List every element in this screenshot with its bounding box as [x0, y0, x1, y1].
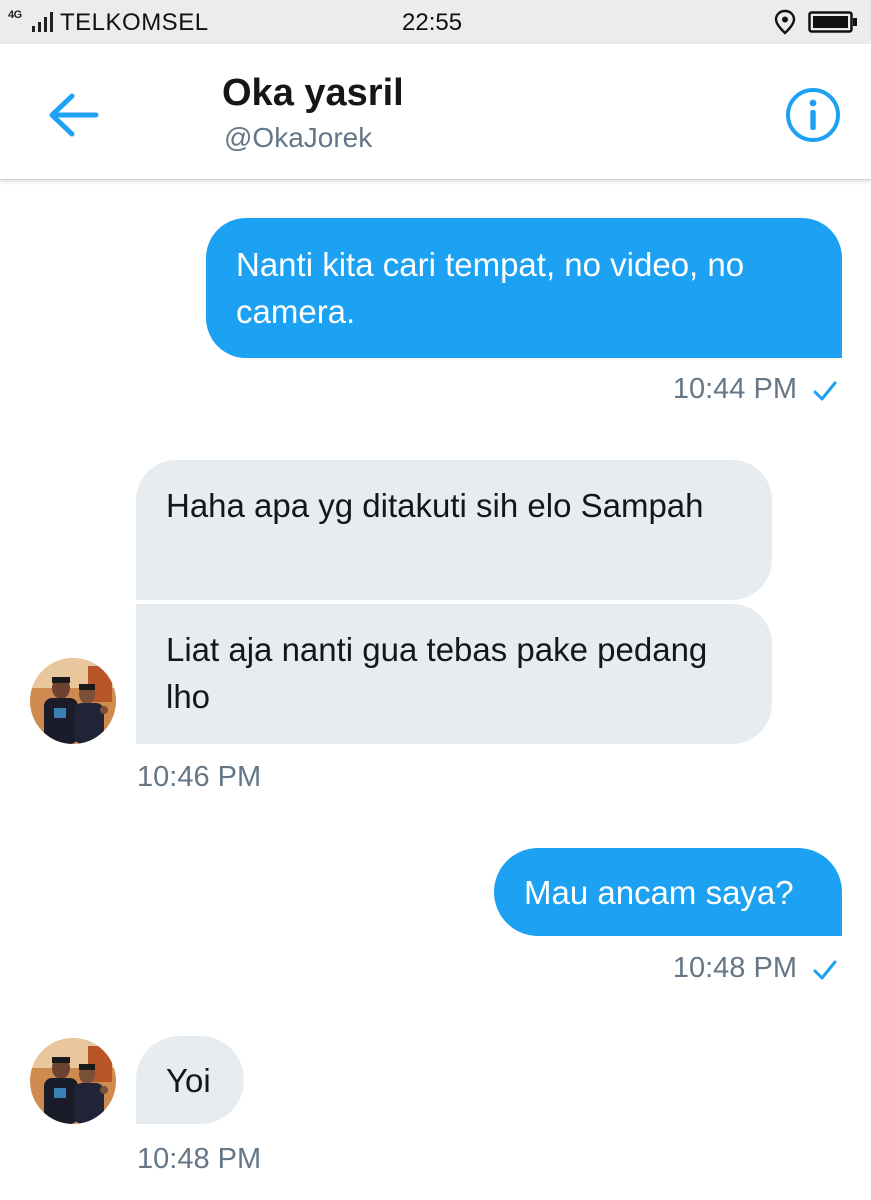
status-bar: 4G TELKOMSEL 22:55: [0, 0, 871, 44]
network-type: 4G: [8, 9, 22, 21]
conversation-header: Oka yasril @OkaJorek: [0, 44, 871, 180]
incoming-message-bubble[interactable]: Yoi: [136, 1036, 244, 1124]
avatar[interactable]: [30, 658, 116, 744]
message-timestamp: 10:48 PM: [137, 1143, 262, 1175]
status-time: 22:55: [402, 9, 463, 36]
message-timestamp: 10:46 PM: [137, 761, 262, 793]
message-timestamp: 10:44 PM: [672, 373, 797, 405]
battery-icon: [808, 11, 857, 33]
incoming-message-bubble[interactable]: Haha apa yg ditakuti sih elo Sampah: [136, 460, 772, 600]
contact-name[interactable]: Oka yasril: [222, 72, 404, 115]
check-icon: [813, 381, 837, 401]
incoming-message-bubble[interactable]: Liat aja nanti gua tebas pake pedang lho: [136, 604, 772, 744]
arrow-left-icon[interactable]: [46, 90, 100, 140]
carrier-name: TELKOMSEL: [60, 9, 209, 36]
signal-icon: [32, 12, 53, 32]
info-circle-icon[interactable]: [784, 86, 842, 144]
avatar[interactable]: [30, 1038, 116, 1124]
location-icon: [774, 9, 796, 35]
outgoing-message-bubble[interactable]: Nanti kita cari tempat, no video, no cam…: [206, 218, 842, 358]
check-icon: [813, 960, 837, 980]
outgoing-message-bubble[interactable]: Mau ancam saya?: [494, 848, 842, 936]
contact-handle[interactable]: @OkaJorek: [224, 122, 372, 154]
message-timestamp: 10:48 PM: [672, 952, 797, 984]
